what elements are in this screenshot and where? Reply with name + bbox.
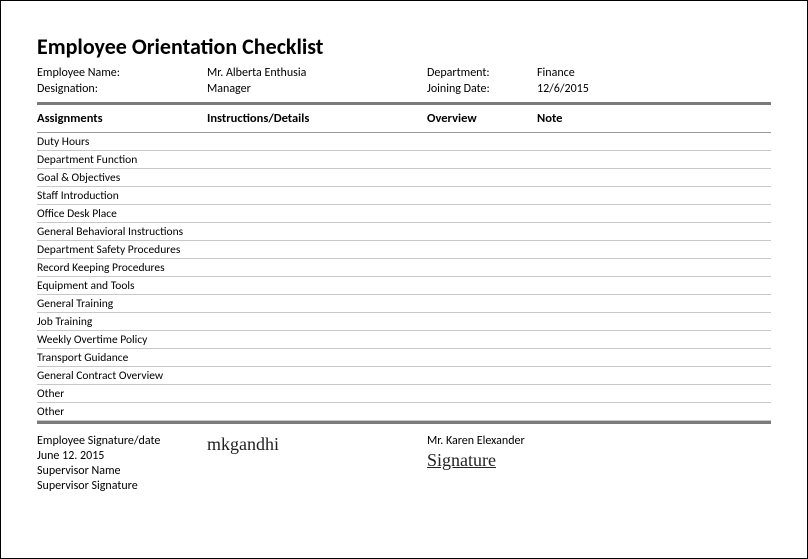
signature-handwritten-1: mkgandhi: [207, 434, 427, 493]
table-cell: Equipment and Tools: [37, 279, 207, 293]
table-cell: Department Safety Procedures: [37, 243, 207, 257]
department-label: Department:: [427, 66, 537, 80]
employee-signature-date: June 12. 2015: [37, 449, 207, 463]
table-cell: Job Training: [37, 315, 207, 329]
table-cell: Transport Guidance: [37, 351, 207, 365]
table-body: Duty Hours Department Function Goal & Obje…: [37, 133, 771, 421]
employee-name-label: Employee Name:: [37, 66, 207, 80]
table-row: Duty Hours: [37, 133, 771, 151]
table-cell: Weekly Overtime Policy: [37, 333, 207, 347]
meta-grid: Employee Name: Mr. Alberta Enthusia Depa…: [37, 66, 771, 96]
table-row: General Contract Overview: [37, 367, 771, 385]
table-row: Weekly Overtime Policy: [37, 331, 771, 349]
supervisor-name-value: Mr. Karen Elexander: [427, 434, 637, 448]
table-cell: General Behavioral Instructions: [37, 225, 207, 239]
table-row: Office Desk Place: [37, 205, 771, 223]
table-row: Staff Introduction: [37, 187, 771, 205]
footer-left: Employee Signature/date June 12. 2015 Su…: [37, 434, 207, 493]
designation-value: Manager: [207, 82, 427, 96]
designation-label: Designation:: [37, 82, 207, 96]
table-cell: Goal & Objectives: [37, 171, 207, 185]
employee-signature-label: Employee Signature/date: [37, 434, 207, 448]
supervisor-signature-label: Supervisor Signature: [37, 479, 207, 493]
col-note: Note: [537, 111, 637, 126]
document-page: Employee Orientation Checklist Employee …: [0, 0, 808, 559]
employee-name-value: Mr. Alberta Enthusia: [207, 66, 427, 80]
joining-date-value: 12/6/2015: [537, 82, 637, 96]
table-cell: Other: [37, 405, 207, 419]
signature-handwritten-2: Signature: [427, 450, 637, 471]
bottom-rule: [37, 421, 771, 424]
department-value: Finance: [537, 66, 637, 80]
footer: Employee Signature/date June 12. 2015 Su…: [37, 434, 771, 493]
table-cell: Department Function: [37, 153, 207, 167]
joining-date-label: Joining Date:: [427, 82, 537, 96]
table-cell: Other: [37, 387, 207, 401]
table-row: Job Training: [37, 313, 771, 331]
table-row: Department Function: [37, 151, 771, 169]
table-row: General Training: [37, 295, 771, 313]
table-header: Assignments Instructions/Details Overvie…: [37, 105, 771, 132]
table-cell: Staff Introduction: [37, 189, 207, 203]
col-overview: Overview: [427, 111, 537, 126]
table-row: Other: [37, 403, 771, 421]
table-row: Equipment and Tools: [37, 277, 771, 295]
col-assignments: Assignments: [37, 111, 207, 126]
table-cell: General Training: [37, 297, 207, 311]
supervisor-name-label: Supervisor Name: [37, 464, 207, 478]
table-cell: Record Keeping Procedures: [37, 261, 207, 275]
col-instructions: Instructions/Details: [207, 111, 427, 126]
table-row: Record Keeping Procedures: [37, 259, 771, 277]
table-cell: Duty Hours: [37, 135, 207, 149]
table-cell: Office Desk Place: [37, 207, 207, 221]
table-row: General Behavioral Instructions: [37, 223, 771, 241]
table-row: Transport Guidance: [37, 349, 771, 367]
page-title: Employee Orientation Checklist: [37, 33, 771, 60]
table-cell: General Contract Overview: [37, 369, 207, 383]
table-row: Department Safety Procedures: [37, 241, 771, 259]
footer-right: Mr. Karen Elexander Signature: [427, 434, 637, 493]
table-row: Goal & Objectives: [37, 169, 771, 187]
table-row: Other: [37, 385, 771, 403]
